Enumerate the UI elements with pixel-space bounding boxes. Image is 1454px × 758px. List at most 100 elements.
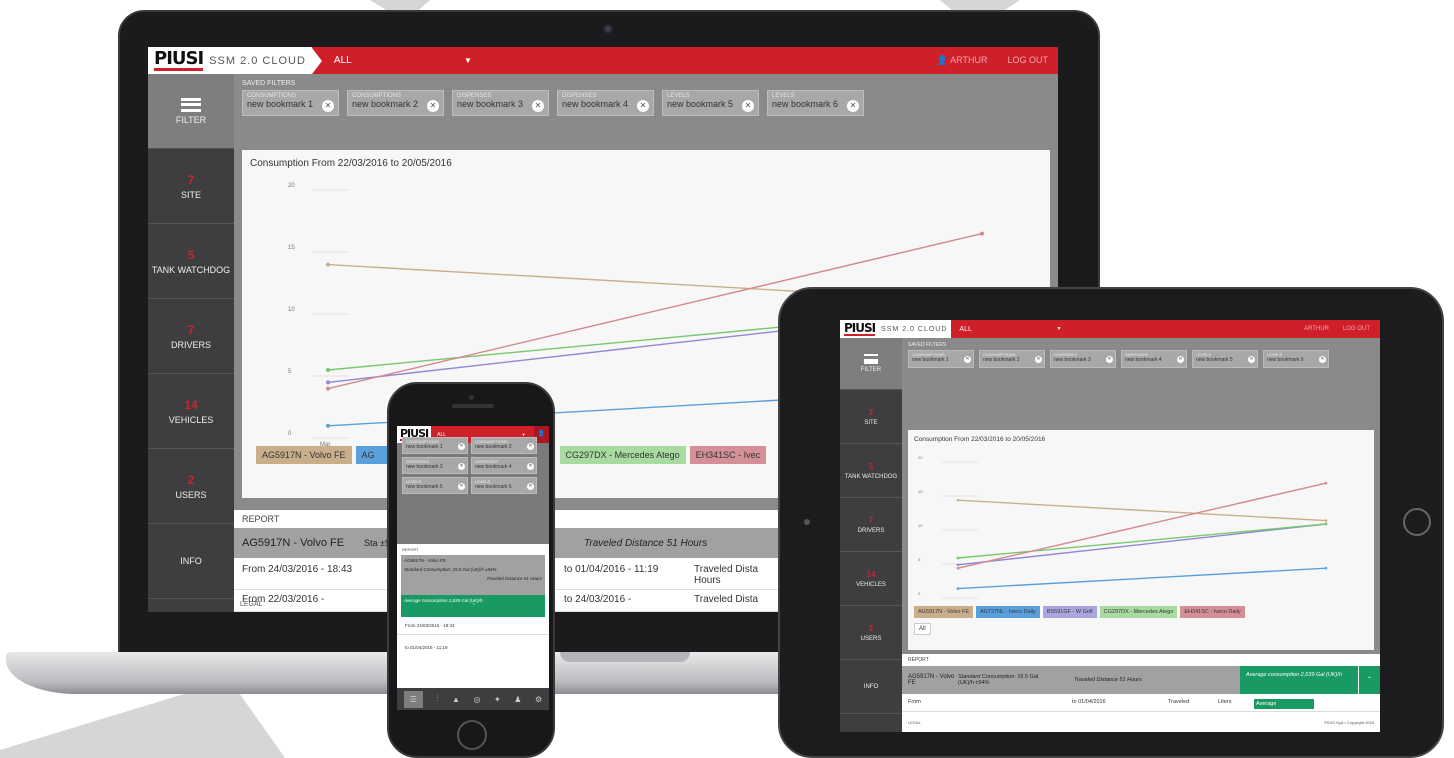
saved-filter-chip[interactable]: DISPENSES new bookmark 3 ✕ — [402, 457, 468, 474]
remove-chip-icon[interactable]: ✕ — [1035, 356, 1042, 363]
chart-icon[interactable]: ⫶ — [436, 694, 438, 704]
data-point — [956, 498, 960, 502]
data-point — [980, 231, 984, 236]
tablet-screen: PIUSI SSM 2.0 CLOUD ALL ▼ ARTHUR LOG OUT… — [840, 320, 1380, 732]
consumption-line-chart: 20151050MarMay — [918, 455, 1328, 599]
sidebar-item-users[interactable]: 2 USERS — [840, 606, 902, 660]
legend-item[interactable]: EH341SC - Ivec — [689, 446, 767, 464]
saved-filter-chip[interactable]: LEVELS new bookmark 5 ✕ — [1192, 350, 1258, 368]
sidebar-item-label: INFO — [180, 556, 202, 566]
tank-icon[interactable]: ▲ — [452, 695, 460, 704]
remove-chip-icon[interactable]: ✕ — [1106, 356, 1113, 363]
legal-link[interactable]: LEGAL — [908, 720, 921, 725]
sidebar-item-filter[interactable]: FILTER — [840, 338, 902, 390]
legend-item[interactable]: BS591GF - W Golf — [1042, 606, 1097, 618]
remove-chip-icon[interactable]: ✕ — [1319, 356, 1326, 363]
row-to: to 01/04/2016 — [1072, 699, 1106, 705]
steering-icon[interactable]: ◎ — [474, 695, 481, 704]
saved-filter-chip[interactable]: CONSUMPTIONS new bookmark 1 ✕ — [402, 437, 468, 454]
remove-chip-icon[interactable]: ✕ — [742, 100, 754, 112]
phone-screen: PIUSI ALL ▼ 👤 SAVED FILTERS CONSUMPTIONS… — [397, 426, 549, 710]
piusi-logo: PIUSI — [844, 321, 876, 336]
saved-filter-chip[interactable]: LEVELS new bookmark 6 ✕ — [767, 90, 864, 116]
sidebar-item-info[interactable]: INFO — [840, 660, 902, 714]
remove-chip-icon[interactable]: ✕ — [964, 356, 971, 363]
average-consumption: Average consumption 2,639 Gal (UK)/h — [1240, 666, 1358, 694]
data-point — [956, 563, 960, 567]
remove-chip-icon[interactable]: ✕ — [458, 483, 465, 490]
saved-filter-chip[interactable]: CONSUMPTIONS new bookmark 1 ✕ — [242, 90, 339, 116]
legend-item[interactable]: AG5917N - Volvo FE — [256, 446, 352, 464]
series-line — [957, 482, 1327, 569]
product-name: SSM 2.0 CLOUD — [209, 54, 306, 67]
main-content: SAVED FILTERS CONSUMPTIONS new bookmark 1… — [902, 338, 1380, 732]
saved-filter-chip[interactable]: DISPENSES new bookmark 4 ✕ — [1121, 350, 1187, 368]
legend-item[interactable]: AG5917N - Volvo FE — [914, 606, 974, 618]
saved-filter-chip[interactable]: LEVELS new bookmark 6 ✕ — [471, 477, 537, 494]
remove-chip-icon[interactable]: ✕ — [427, 100, 439, 112]
menu-icon[interactable]: ☰ — [403, 690, 423, 708]
average-consumption[interactable]: Average consumption 2,639 Gal (UK)/h ⌃ — [401, 595, 545, 617]
legend-item[interactable]: AG727NL - Iveco Daily — [976, 606, 1040, 618]
collapse-icon[interactable]: ⌃ — [1358, 666, 1380, 694]
remove-chip-icon[interactable]: ✕ — [322, 100, 334, 112]
logo[interactable]: PIUSI SSM 2.0 CLOUD — [840, 320, 952, 338]
vehicle-icon[interactable]: ✦ — [494, 695, 501, 704]
logout-link[interactable]: LOG OUT — [1343, 326, 1370, 332]
sidebar-item-count: 7 — [868, 515, 874, 525]
saved-filter-chip[interactable]: CONSUMPTIONS new bookmark 2 ✕ — [979, 350, 1045, 368]
remove-chip-icon[interactable]: ✕ — [637, 100, 649, 112]
sidebar-item-label: INFO — [863, 683, 879, 690]
saved-filter-chip[interactable]: LEVELS new bookmark 6 ✕ — [1263, 350, 1329, 368]
remove-chip-icon[interactable]: ✕ — [458, 463, 465, 470]
sidebar-item-tank-watchdog[interactable]: 5 TANK WATCHDOG — [148, 224, 234, 299]
saved-filter-chip[interactable]: DISPENSES new bookmark 3 ✕ — [1050, 350, 1116, 368]
remove-chip-icon[interactable]: ✕ — [527, 443, 534, 450]
legal-link[interactable]: LEGAL — [240, 601, 263, 608]
data-point — [956, 556, 960, 560]
legend-item[interactable]: EH341SC - Iveco Daily — [1180, 606, 1245, 618]
remove-chip-icon[interactable]: ✕ — [847, 100, 859, 112]
saved-filter-chip[interactable]: DISPENSES new bookmark 3 ✕ — [452, 90, 549, 116]
saved-filter-chip[interactable]: CONSUMPTIONS new bookmark 1 ✕ — [908, 350, 974, 368]
sidebar-item-drivers[interactable]: 7 DRIVERS — [840, 498, 902, 552]
sidebar-item-vehicles[interactable]: 14 VEHICLES — [148, 374, 234, 449]
settings-icon[interactable]: ⚙ — [535, 695, 542, 704]
saved-filter-chip[interactable]: DISPENSES new bookmark 4 ✕ — [557, 90, 654, 116]
saved-filter-chip[interactable]: DISPENSES new bookmark 4 ✕ — [471, 457, 537, 474]
menu-icon — [181, 97, 201, 112]
remove-chip-icon[interactable]: ✕ — [527, 483, 534, 490]
saved-filter-chip[interactable]: CONSUMPTIONS new bookmark 2 ✕ — [347, 90, 444, 116]
chip-name: new bookmark 1 — [406, 444, 443, 450]
sidebar-item-drivers[interactable]: 7 DRIVERS — [148, 299, 234, 374]
sidebar-item-filter[interactable]: FILTER — [148, 74, 234, 149]
sidebar-item-count: 5 — [868, 461, 874, 471]
saved-filter-chip[interactable]: LEVELS new bookmark 5 ✕ — [662, 90, 759, 116]
remove-chip-icon[interactable]: ✕ — [458, 443, 465, 450]
user-name[interactable]: ARTHUR — [1304, 326, 1329, 332]
remove-chip-icon[interactable]: ✕ — [532, 100, 544, 112]
sidebar-item-vehicles[interactable]: 14 VEHICLES — [840, 552, 902, 606]
remove-chip-icon[interactable]: ✕ — [527, 463, 534, 470]
site-selector[interactable]: ALL ▼ — [951, 326, 1061, 333]
collapse-icon[interactable]: ⌃ — [404, 603, 542, 609]
saved-filter-chip[interactable]: LEVELS new bookmark 5 ✕ — [402, 477, 468, 494]
sidebar-item-users[interactable]: 2 USERS — [148, 449, 234, 524]
legend-item[interactable]: CG297DX - Mercedes Atego — [559, 446, 686, 464]
remove-chip-icon[interactable]: ✕ — [1177, 356, 1184, 363]
site-selector[interactable]: ALL ▼ — [322, 55, 472, 66]
sidebar-item-site[interactable]: 7 SITE — [148, 149, 234, 224]
sidebar-item-site[interactable]: 7 SITE — [840, 390, 902, 444]
user-link[interactable]: 👤 ARTHUR — [937, 55, 988, 66]
legend-item[interactable]: CG297DX - Mercedes Atego — [1099, 606, 1178, 618]
all-button[interactable]: All — [914, 623, 931, 635]
logo[interactable]: PIUSI SSM 2.0 CLOUD — [148, 47, 312, 74]
report-distance: Traveled Distance 51 Hours — [486, 576, 542, 581]
users-icon[interactable]: ♟ — [514, 695, 521, 704]
table-row[interactable]: From to 01/04/2016 Traveled Liters Avera… — [902, 694, 1380, 712]
saved-filter-chip[interactable]: CONSUMPTIONS new bookmark 2 ✕ — [471, 437, 537, 454]
remove-chip-icon[interactable]: ✕ — [1248, 356, 1255, 363]
logout-link[interactable]: LOG OUT — [1007, 55, 1048, 66]
sidebar-item-info[interactable]: INFO — [148, 524, 234, 599]
sidebar-item-tank-watchdog[interactable]: 5 TANK WATCHDOG — [840, 444, 902, 498]
